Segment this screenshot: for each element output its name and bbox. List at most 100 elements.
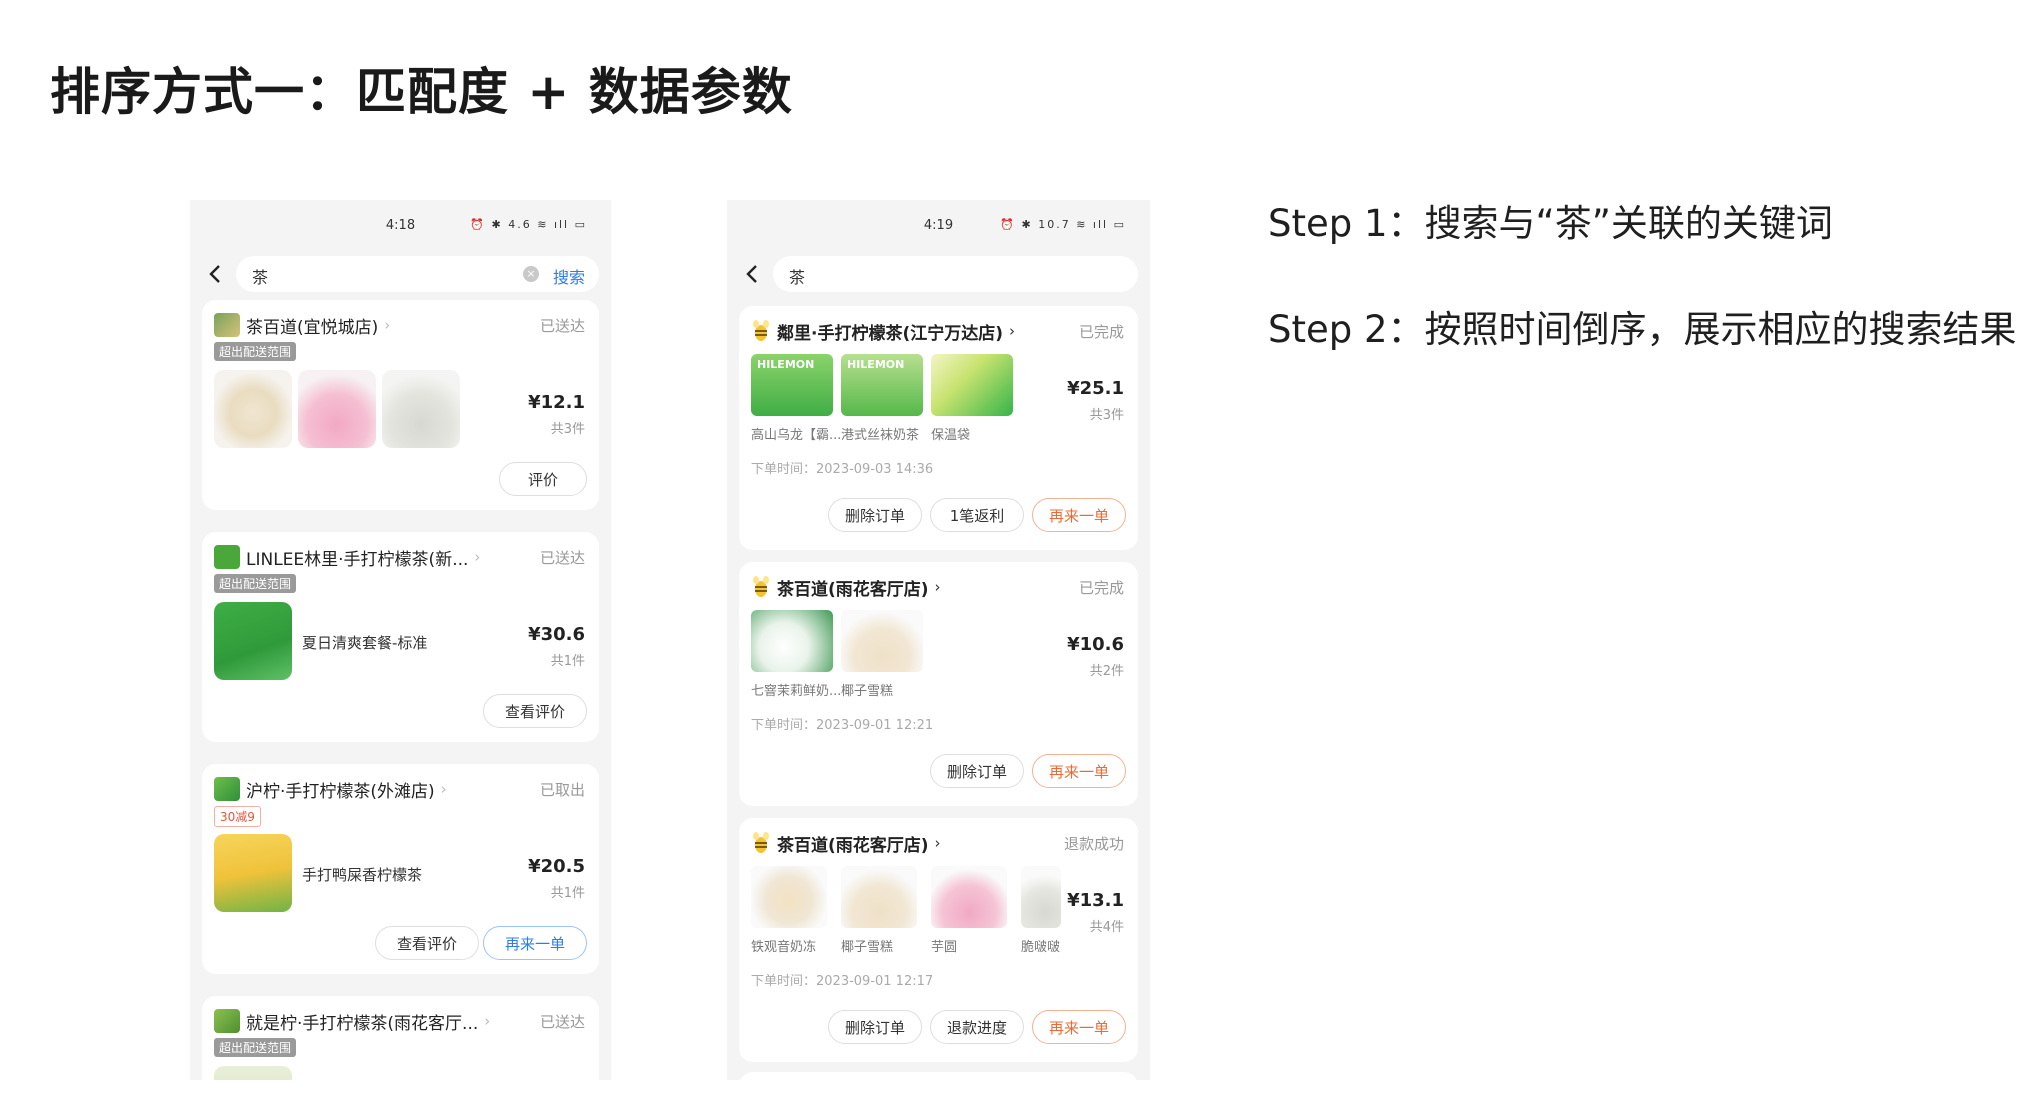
item-name: 手打鸭屎香柠檬茶 <box>302 866 423 884</box>
bee-icon <box>753 832 769 853</box>
bee-icon <box>753 320 769 341</box>
search-query: 茶 <box>252 268 269 287</box>
step-1: Step 1：搜索与“茶”关联的关键词 <box>1268 202 1833 245</box>
order-card[interactable]: 茶百道(雨花客厅店) › 已完成 七窨茉莉鲜奶... 椰子雪糕 ¥10.6 共2… <box>739 562 1138 806</box>
order-card[interactable]: 茶百道(宜悦城店) › 已送达 超出配送范围 ¥12.1 共3件 评价 <box>202 300 599 510</box>
item-caption: 保温袋 <box>931 428 971 443</box>
order-card[interactable]: 沪柠·手打柠檬茶(外滩店) › 已取出 30减9 手打鸭屎香柠檬茶 ¥20.5 … <box>202 764 599 974</box>
order-status: 已送达 <box>539 317 585 335</box>
product-image <box>841 866 917 928</box>
store-name: 茶百道(雨花客厅店) <box>777 579 929 600</box>
item-caption: 脆啵啵 <box>1021 940 1061 955</box>
store-name: 沪柠·手打柠檬茶(外滩店) <box>246 781 435 802</box>
search-button[interactable]: 搜索 <box>553 264 585 288</box>
chevron-right-icon: › <box>384 316 391 334</box>
view-review-button[interactable]: 查看评价 <box>483 694 587 728</box>
order-price: ¥10.6 <box>1067 634 1124 655</box>
reorder-button[interactable]: 再来一单 <box>483 926 587 960</box>
order-time: 下单时间：2023-09-03 14:36 <box>751 462 934 477</box>
item-count: 共4件 <box>1089 920 1124 935</box>
reorder-button[interactable]: 再来一单 <box>1032 1010 1126 1044</box>
back-arrow-icon[interactable] <box>741 260 763 288</box>
slide-title: 排序方式一：匹配度 + 数据参数 <box>50 63 793 121</box>
order-price: ¥25.1 <box>1067 378 1124 399</box>
order-status: 已取出 <box>539 781 585 799</box>
rebate-button[interactable]: 1笔返利 <box>930 498 1024 532</box>
product-image <box>931 866 1007 928</box>
order-status: 已送达 <box>539 1013 585 1031</box>
reorder-button[interactable]: 再来一单 <box>1032 754 1126 788</box>
search-bar: 茶 × 搜索 <box>190 252 611 298</box>
order-card[interactable]: 就是柠·手打柠檬茶(雨花客厅... › 已送达 超出配送范围 <box>202 996 599 1080</box>
search-input[interactable]: 茶 × 搜索 <box>236 256 599 292</box>
status-bar: 4:18 ⏰ ✱ 4.6 ≋ ıll ▭ <box>190 200 611 252</box>
product-image <box>751 866 827 928</box>
store-row[interactable]: 沪柠·手打柠檬茶(外滩店) › 已取出 <box>214 776 585 802</box>
product-image <box>841 610 923 672</box>
store-logo-icon <box>214 1009 240 1033</box>
order-card[interactable]: LINLEE林里·手打柠檬茶(新... › 已送达 超出配送范围 夏日清爽套餐-… <box>202 532 599 742</box>
delete-order-button[interactable]: 删除订单 <box>828 498 922 532</box>
item-count: 共1件 <box>550 886 585 901</box>
range-tag: 超出配送范围 <box>214 574 297 593</box>
status-icons: ⏰ ✱ 10.7 ≋ ıll ▭ <box>1000 218 1126 231</box>
delete-order-button[interactable]: 删除订单 <box>828 1010 922 1044</box>
store-row[interactable]: 就是柠·手打柠檬茶(雨花客厅... › 已送达 <box>214 1008 585 1034</box>
item-count: 共3件 <box>1089 408 1124 423</box>
steps-list: Step 1：搜索与“茶”关联的关键词 Step 2：按照时间倒序，展示相应的搜… <box>1268 200 2017 354</box>
discount-tag: 30减9 <box>214 806 261 827</box>
product-brand-text: HILEMON <box>757 358 815 371</box>
store-name: 鄰里·手打柠檬茶(江宁万达店) <box>777 323 1003 344</box>
order-price: ¥30.6 <box>528 624 585 645</box>
order-status: 已完成 <box>1078 579 1124 597</box>
store-name: LINLEE林里·手打柠檬茶(新... <box>246 549 469 570</box>
order-status: 已完成 <box>1078 323 1124 341</box>
store-logo-icon <box>214 313 240 337</box>
chevron-right-icon: › <box>484 1012 491 1030</box>
view-review-button[interactable]: 查看评价 <box>375 926 479 960</box>
review-button[interactable]: 评价 <box>499 462 587 496</box>
item-count: 共1件 <box>550 654 585 669</box>
refund-progress-button[interactable]: 退款进度 <box>930 1010 1024 1044</box>
order-card[interactable]: 鄰里·手打柠檬茶(江宁万达店) › 已完成 HILEMON HILEMON 高山… <box>739 306 1138 550</box>
order-status: 退款成功 <box>1063 835 1124 853</box>
search-query: 茶 <box>789 268 806 287</box>
back-arrow-icon[interactable] <box>204 260 226 288</box>
order-time: 下单时间：2023-09-01 12:21 <box>751 718 934 733</box>
order-status: 已送达 <box>539 549 585 567</box>
chevron-right-icon: › <box>1009 322 1015 340</box>
store-name: 茶百道(宜悦城店) <box>246 317 379 338</box>
delete-order-button[interactable]: 删除订单 <box>930 754 1024 788</box>
store-row[interactable]: 茶百道(雨花客厅店) › 退款成功 <box>751 830 1124 856</box>
item-name: 夏日清爽套餐-标准 <box>302 634 428 652</box>
store-row[interactable]: 鄰里·手打柠檬茶(江宁万达店) › 已完成 <box>751 318 1124 344</box>
phone-screenshot-search: 4:18 ⏰ ✱ 4.6 ≋ ıll ▭ 茶 × 搜索 茶百道(宜悦城店) › … <box>190 200 611 1080</box>
status-bar: 4:19 ⏰ ✱ 10.7 ≋ ıll ▭ <box>727 200 1150 252</box>
order-price: ¥20.5 <box>528 856 585 877</box>
bee-icon <box>753 576 769 597</box>
range-tag: 超出配送范围 <box>214 342 297 361</box>
status-icons: ⏰ ✱ 4.6 ≋ ıll ▭ <box>470 218 587 231</box>
store-name: 就是柠·手打柠檬茶(雨花客厅... <box>246 1013 479 1034</box>
order-card[interactable] <box>739 1072 1138 1080</box>
product-image <box>298 370 376 448</box>
store-row[interactable]: LINLEE林里·手打柠檬茶(新... › 已送达 <box>214 544 585 570</box>
item-caption: 椰子雪糕 <box>841 940 894 955</box>
product-image: HILEMON <box>841 354 923 416</box>
product-image <box>751 610 833 672</box>
store-row[interactable]: 茶百道(宜悦城店) › 已送达 <box>214 312 585 338</box>
store-row[interactable]: 茶百道(雨花客厅店) › 已完成 <box>751 574 1124 600</box>
reorder-button[interactable]: 再来一单 <box>1032 498 1126 532</box>
range-tag: 超出配送范围 <box>214 1038 297 1057</box>
item-count: 共2件 <box>1089 664 1124 679</box>
order-card[interactable]: 茶百道(雨花客厅店) › 退款成功 铁观音奶冻 椰子雪糕 芋圆 脆啵啵 ¥13.… <box>739 818 1138 1062</box>
search-input[interactable]: 茶 <box>773 256 1138 292</box>
clear-icon[interactable]: × <box>523 266 539 282</box>
item-count: 共3件 <box>550 422 585 437</box>
product-image <box>214 602 292 680</box>
chevron-right-icon: › <box>474 548 481 566</box>
product-image <box>931 354 1013 416</box>
search-bar: 茶 <box>727 252 1150 298</box>
product-image <box>214 1066 292 1080</box>
order-price: ¥12.1 <box>528 392 585 413</box>
